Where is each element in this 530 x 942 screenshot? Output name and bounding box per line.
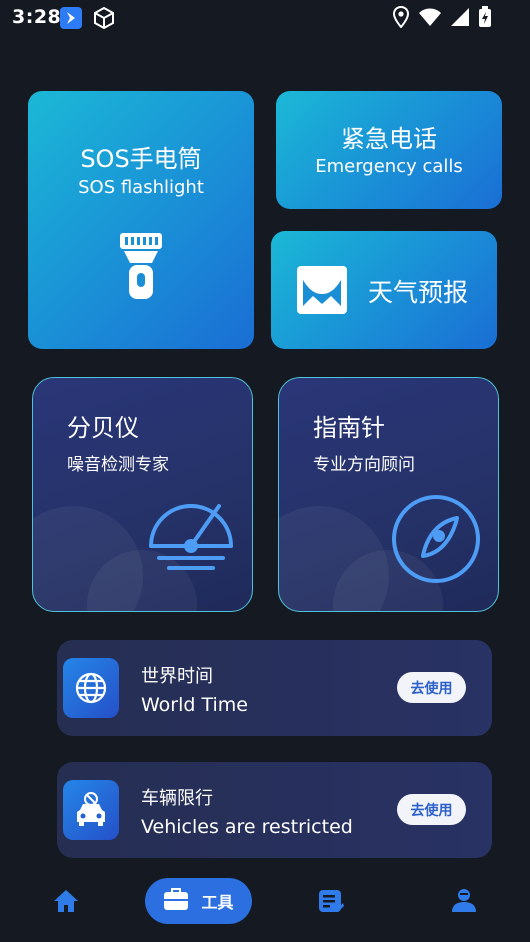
emergency-subtitle: Emergency calls bbox=[315, 156, 463, 177]
globe-icon bbox=[63, 658, 119, 718]
flashlight-icon bbox=[118, 231, 164, 305]
status-time: 3:28 bbox=[12, 6, 62, 28]
nav-notes-icon[interactable] bbox=[318, 889, 344, 917]
vehicle-restriction-title: 车辆限行 bbox=[141, 788, 213, 809]
car-restricted-icon bbox=[63, 780, 119, 840]
nav-tools-tab[interactable]: 工具 bbox=[145, 878, 252, 924]
decibel-meter-card[interactable]: 分贝仪 噪音检测专家 bbox=[32, 377, 253, 612]
weather-picture-icon bbox=[297, 266, 347, 318]
nav-home-icon[interactable] bbox=[53, 889, 79, 917]
compass-card[interactable]: 指南针 专业方向顾问 bbox=[278, 377, 499, 612]
sos-title: SOS手电筒 bbox=[80, 145, 202, 173]
nav-profile-icon[interactable] bbox=[451, 887, 477, 917]
world-time-card[interactable]: 世界时间 World Time 去使用 bbox=[57, 640, 492, 736]
status-icons bbox=[392, 5, 492, 32]
sos-flashlight-tile[interactable]: SOS手电筒 SOS flashlight bbox=[28, 91, 254, 349]
world-time-use-button[interactable]: 去使用 bbox=[397, 672, 466, 703]
vehicle-restriction-card[interactable]: 车辆限行 Vehicles are restricted 去使用 bbox=[57, 762, 492, 858]
signal-icon bbox=[450, 7, 470, 31]
toolbox-icon bbox=[163, 887, 189, 915]
vehicle-restriction-use-button[interactable]: 去使用 bbox=[397, 794, 466, 825]
compass-subtitle: 专业方向顾问 bbox=[313, 455, 415, 475]
battery-charging-icon bbox=[478, 6, 492, 32]
world-time-subtitle: World Time bbox=[141, 694, 248, 716]
vehicle-restriction-subtitle: Vehicles are restricted bbox=[141, 816, 353, 838]
compass-title: 指南针 bbox=[313, 414, 385, 442]
status-bar: 3:28 bbox=[0, 0, 530, 36]
decibel-subtitle: 噪音检测专家 bbox=[67, 455, 169, 475]
weather-forecast-tile[interactable]: 天气预报 bbox=[271, 231, 497, 349]
sos-subtitle: SOS flashlight bbox=[78, 177, 204, 198]
world-time-title: 世界时间 bbox=[141, 666, 213, 687]
cube-icon bbox=[92, 6, 116, 34]
emergency-title: 紧急电话 bbox=[341, 125, 437, 153]
bottom-navigation: 工具 bbox=[0, 870, 530, 942]
emergency-calls-tile[interactable]: 紧急电话 Emergency calls bbox=[276, 91, 502, 209]
gauge-icon bbox=[145, 498, 237, 586]
decibel-title: 分贝仪 bbox=[67, 414, 139, 442]
nav-tools-label: 工具 bbox=[201, 893, 234, 912]
wifi-icon bbox=[418, 7, 442, 31]
compass-icon bbox=[391, 494, 481, 588]
app-notification-icon bbox=[60, 7, 82, 29]
location-icon bbox=[392, 5, 410, 32]
weather-title: 天气预报 bbox=[368, 278, 469, 307]
